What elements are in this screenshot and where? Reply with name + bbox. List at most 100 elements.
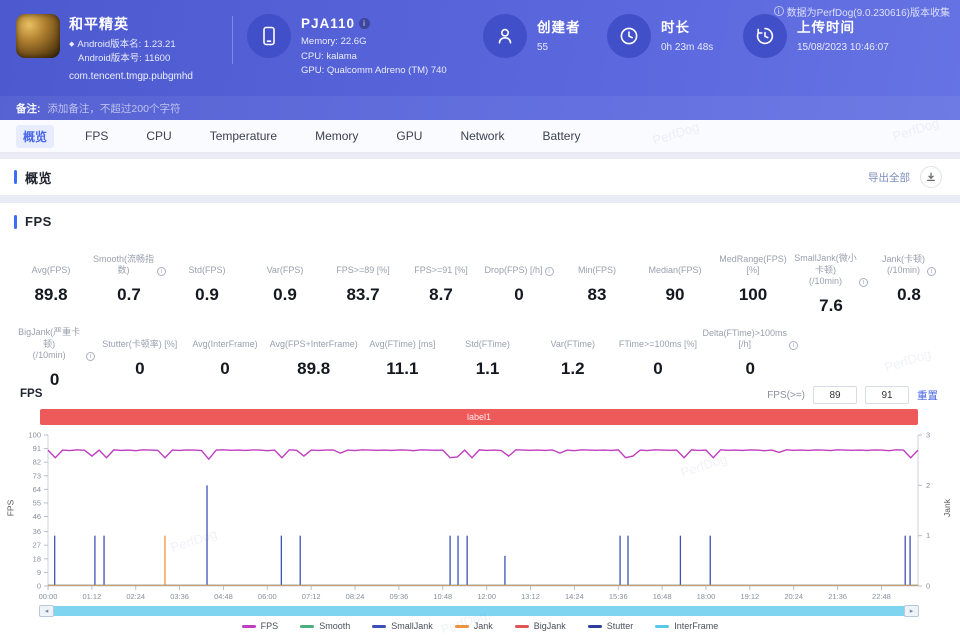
app-name: 和平精英 — [69, 14, 193, 34]
stat-Min: Min(FPS) 83 — [558, 253, 636, 316]
stat-label: Std(FPS) — [188, 265, 225, 277]
fps-threshold-high-input[interactable] — [865, 386, 909, 404]
legend-label: BigJank — [534, 621, 566, 631]
stat-label: Avg(FTime) [ms] — [369, 339, 435, 351]
tab-GPU[interactable]: GPU — [389, 126, 429, 146]
download-icon — [926, 172, 936, 182]
legend-swatch — [372, 625, 386, 628]
band-label: label1 — [467, 412, 491, 422]
svg-text:18: 18 — [33, 554, 41, 563]
export-all-link[interactable]: 导出全部 — [868, 170, 910, 185]
svg-text:2: 2 — [926, 481, 930, 490]
app-versions: ◆Android版本名: 1.23.21 Android版本号: 11600 — [69, 38, 193, 66]
stat-label: Delta(FTime)>100ms [/h] — [703, 328, 787, 351]
stat-info-icon[interactable]: i — [859, 278, 868, 287]
stat-value: 8.7 — [404, 285, 478, 305]
device-info-icon[interactable]: i — [359, 18, 370, 29]
stat-label: Avg(FPS+InterFrame) — [270, 339, 358, 351]
stat-info-icon[interactable]: i — [157, 267, 166, 276]
scrollbar-left-handle[interactable]: ◂ — [39, 605, 54, 617]
tab-Memory[interactable]: Memory — [308, 126, 365, 146]
stat-Delta: Delta(FTime)>100ms [/h]i0 — [701, 327, 800, 390]
stat-Smooth: Smooth(流畅指数)i0.7 — [90, 253, 168, 316]
stat-label: Stutter(卡顿率) [%] — [102, 339, 177, 351]
tab-概览[interactable]: 概览 — [16, 125, 54, 148]
stat-label: Min(FPS) — [578, 265, 616, 277]
stat-value: 0.9 — [248, 285, 322, 305]
stat-value: 83 — [560, 285, 634, 305]
stat-info-icon[interactable]: i — [789, 341, 798, 350]
legend-item-FPS[interactable]: FPS — [242, 621, 279, 631]
app-info-block: 和平精英 ◆Android版本名: 1.23.21 Android版本号: 11… — [16, 14, 232, 82]
stat-Var: Var(FPS) 0.9 — [246, 253, 324, 316]
stat-label: Var(FPS) — [267, 265, 304, 277]
creator-block: 创建者 55 — [483, 14, 607, 58]
stat-info-icon[interactable]: i — [545, 267, 554, 276]
duration-label: 时长 — [661, 16, 713, 36]
stat-SmallJank: SmallJank(微小卡顿) (/10min)i7.6 — [792, 253, 870, 316]
stat-label: MedRange(FPS)[%] — [716, 254, 790, 277]
svg-text:18:00: 18:00 — [697, 592, 716, 601]
tab-FPS[interactable]: FPS — [78, 126, 115, 146]
stat-info-icon[interactable]: i — [86, 352, 95, 361]
legend-item-SmallJank[interactable]: SmallJank — [372, 621, 433, 631]
section-accent-bar — [14, 215, 17, 229]
legend-label: Stutter — [607, 621, 634, 631]
stat-Avg: Avg(FTime) [ms]11.1 — [360, 327, 445, 390]
tab-Battery[interactable]: Battery — [535, 126, 587, 146]
stat-value: 0 — [617, 359, 698, 379]
svg-text:3: 3 — [926, 431, 930, 440]
upload-value: 15/08/2023 10:46:07 — [797, 42, 889, 53]
tab-Network[interactable]: Network — [453, 126, 511, 146]
svg-text:00:00: 00:00 — [39, 592, 58, 601]
svg-text:09:36: 09:36 — [390, 592, 409, 601]
svg-text:0: 0 — [37, 582, 41, 591]
device-gpu: GPU: Qualcomm Adreno (TM) 740 — [301, 65, 447, 76]
stat-label: Drop(FPS) [/h] — [484, 265, 542, 277]
svg-text:16:48: 16:48 — [653, 592, 672, 601]
svg-text:64: 64 — [33, 485, 41, 494]
stat-Avg: Avg(InterFrame)0 — [182, 327, 267, 390]
legend-item-BigJank[interactable]: BigJank — [515, 621, 566, 631]
legend-item-Jank[interactable]: Jank — [455, 621, 493, 631]
legend-label: Jank — [474, 621, 493, 631]
fps-chart[interactable]: 09182736465564738291100012300:0001:1202:… — [0, 429, 960, 603]
tab-CPU[interactable]: CPU — [139, 126, 178, 146]
scrollbar-right-handle[interactable]: ▸ — [904, 605, 919, 617]
stat-info-icon[interactable]: i — [927, 267, 936, 276]
fps-chart-title: FPS — [20, 388, 42, 400]
stat-label: FTime>=100ms [%] — [619, 339, 697, 351]
legend-swatch — [242, 625, 256, 628]
header-divider — [232, 16, 233, 64]
stat-label: Avg(FPS) — [32, 265, 71, 277]
stat-FPS: FPS>=89 [%]83.7 — [324, 253, 402, 316]
threshold-reset-link[interactable]: 重置 — [917, 388, 938, 403]
stat-value: 1.1 — [447, 359, 528, 379]
tab-Temperature[interactable]: Temperature — [203, 126, 284, 146]
stat-label: FPS>=91 [%] — [414, 265, 468, 277]
stat-FPS: FPS>=91 [%] 8.7 — [402, 253, 480, 316]
legend-swatch — [515, 625, 529, 628]
watermark: PerfDog — [651, 119, 701, 148]
svg-text:36: 36 — [33, 527, 41, 536]
stat-value: 89.8 — [270, 359, 358, 379]
legend-item-Stutter[interactable]: Stutter — [588, 621, 634, 631]
y-axis-title: FPS — [5, 500, 15, 517]
svg-text:06:00: 06:00 — [258, 592, 277, 601]
chart-legend: FPS Smooth SmallJank Jank BigJank Stutter Inte… — [0, 621, 960, 631]
svg-text:1: 1 — [926, 531, 930, 540]
note-bar[interactable]: 备注: 添加备注，不超过200个字符 — [0, 96, 960, 120]
legend-item-Smooth[interactable]: Smooth — [300, 621, 350, 631]
svg-text:01:12: 01:12 — [82, 592, 101, 601]
stat-label: Smooth(流畅指数) — [92, 254, 155, 277]
fps-threshold-low-input[interactable] — [813, 386, 857, 404]
export-button[interactable] — [920, 166, 942, 188]
chart-range-band[interactable]: label1 — [40, 409, 918, 425]
chart-horizontal-scrollbar[interactable]: ◂ ▸ — [40, 606, 918, 616]
stat-Stutter: Stutter(卡顿率) [%]0 — [97, 327, 182, 390]
stat-Std: Std(FPS)0.9 — [168, 253, 246, 316]
clock-icon — [607, 14, 651, 58]
legend-item-InterFrame[interactable]: InterFrame — [655, 621, 718, 631]
stat-value: 83.7 — [326, 285, 400, 305]
overview-section-title: 概览 — [25, 168, 52, 187]
